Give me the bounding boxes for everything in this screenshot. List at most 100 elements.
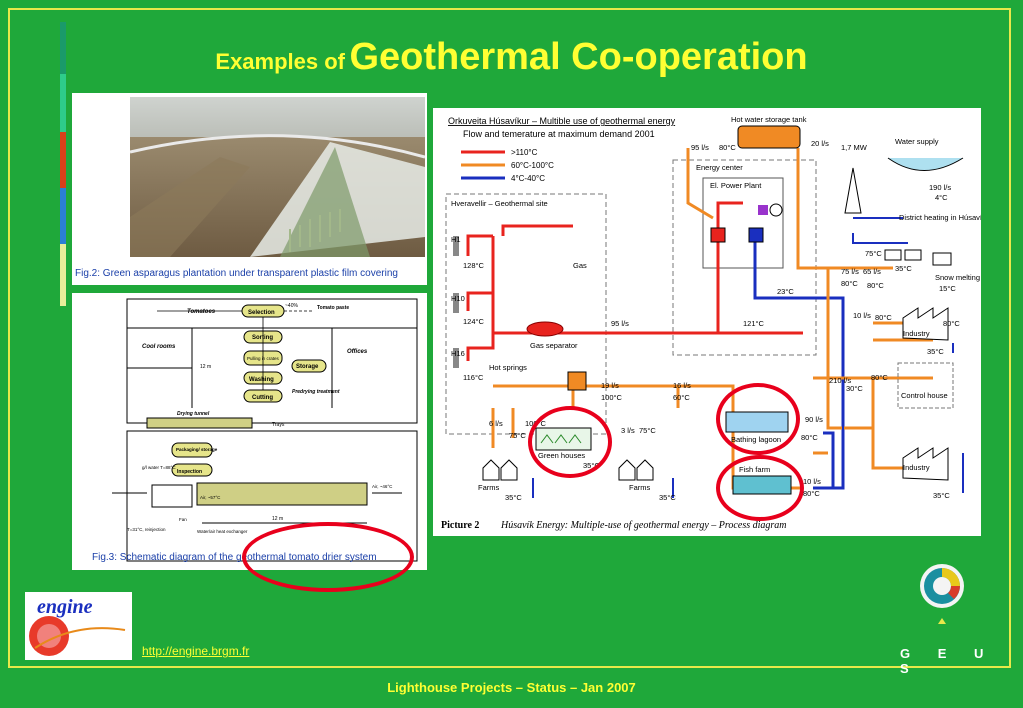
fig3-label: Tomatoes: [187, 309, 216, 315]
fig3-label: Air, ~57°C: [200, 495, 221, 500]
diagram-label: 4°C: [935, 193, 948, 202]
diagram-label: 16 l/s: [673, 381, 691, 390]
picture2-panel: Orkuveita Húsavíkur – Multible use of ge…: [433, 108, 981, 536]
diagram-label: 35°C: [933, 491, 950, 500]
geus-logo-icon: [920, 564, 964, 624]
engine-link[interactable]: http://engine.brgm.fr: [142, 644, 249, 658]
fig3-label: 12 m: [200, 364, 211, 370]
diagram-label: 80°C: [801, 433, 818, 442]
diagram-label: 65 l/s: [863, 267, 881, 276]
diagram-label: Hveravellir – Geothermal site: [451, 199, 548, 208]
diagram-label: 75°C: [509, 431, 526, 440]
diagram-label: Farms: [629, 483, 650, 492]
diagram-label: 121°C: [743, 319, 765, 328]
diagram-label: Hot water storage tank: [731, 115, 807, 124]
fig3-label: 12 m: [272, 516, 283, 522]
fig3-label: Cutting: [252, 395, 273, 401]
fig3-label: Air, ~46°C: [372, 484, 393, 489]
diagram-label: Snow melting: [935, 273, 980, 282]
diagram-subheader: Flow and temerature at maximum demand 20…: [463, 129, 655, 139]
fig3-label: T=31°C, reinjection: [127, 527, 166, 532]
diagram-label: 1,7 MW: [841, 143, 868, 152]
fig3-label: Cool rooms: [142, 344, 176, 350]
engine-logo: engine: [25, 592, 132, 660]
picture2-caption: Húsavík Energy: Multiple-use of geotherm…: [500, 520, 787, 531]
picture2-caption-bold: Picture 2: [441, 520, 479, 531]
diagram-label: 80°C: [943, 319, 960, 328]
legend-label: 60°C-100°C: [511, 161, 554, 170]
title-prefix: Examples of: [215, 49, 345, 74]
fig2-caption: Fig.2: Green asparagus plantation under …: [75, 268, 398, 279]
diagram-label: Control house: [901, 391, 948, 400]
diagram-label: Hot springs: [489, 363, 527, 372]
highlight-tomato-drier: [242, 522, 414, 592]
diagram-label: H1: [451, 235, 461, 244]
diagram-label: Water supply: [895, 137, 939, 146]
diagram-label: 23°C: [777, 287, 794, 296]
legend: >110°C 60°C-100°C 4°C-40°C: [461, 148, 554, 183]
fig3-label: ~40%: [285, 303, 298, 309]
diagram-label: H10: [451, 294, 465, 303]
diagram-label: 35°C: [895, 264, 912, 273]
diagram-label: 3 l/s: [621, 426, 635, 435]
diagram-label: 124°C: [463, 317, 485, 326]
diagram-label: Industry: [903, 329, 930, 338]
diagram-label: El. Power Plant: [710, 181, 762, 190]
fig3-label: Packaging/ storage: [176, 447, 218, 452]
diagram-label: Farms: [478, 483, 499, 492]
asparagus-photo: [130, 97, 425, 257]
diagram-label: 60°C: [673, 393, 690, 402]
diagram-label: 80°C: [871, 373, 888, 382]
diagram-label: 80°C: [875, 313, 892, 322]
diagram-label: 80°C: [841, 279, 858, 288]
diagram-label: 15°C: [939, 284, 956, 293]
fig3-label: Inspection: [177, 469, 202, 475]
diagram-label: 75°C: [639, 426, 656, 435]
fig3-label: Pulling in crates: [247, 356, 280, 361]
diagram-label: District heating in Húsavík town: [899, 213, 981, 222]
diagram-label: Energy center: [696, 163, 743, 172]
diagram-header: Orkuveita Húsavíkur – Multible use of ge…: [448, 116, 676, 126]
diagram-label: 95 l/s: [611, 319, 629, 328]
diagram-label: 6 l/s: [489, 419, 503, 428]
highlight-fish-farm: [716, 455, 804, 521]
fig3-label: Tomato paste: [317, 305, 349, 311]
fig3-label: Fan: [179, 517, 187, 522]
diagram-label: 80°C: [803, 489, 820, 498]
fig3-label: Sorting: [252, 335, 273, 341]
fig3-label: Predrying treatment: [292, 389, 340, 395]
legend-label: 4°C-40°C: [511, 174, 545, 183]
diagram-label: 35°C: [505, 493, 522, 502]
highlight-green-houses: [528, 406, 612, 478]
fig3-label: Water/air heat exchanger: [197, 529, 248, 534]
diagram-label: 10 l/s: [853, 311, 871, 320]
diagram-label: 75°C: [865, 249, 882, 258]
diagram-label: 35°C: [659, 493, 676, 502]
fig3-label: Offices: [347, 349, 368, 355]
diagram-label: 128°C: [463, 261, 485, 270]
fig3-label: Washing: [249, 377, 274, 383]
slide-title: Examples of Geothermal Co-operation: [0, 36, 1023, 79]
diagram-label: 80°C: [719, 143, 736, 152]
diagram-label: 90 l/s: [805, 415, 823, 424]
highlight-bathing-lagoon: [716, 383, 800, 455]
fig3-label: Trays: [272, 422, 285, 428]
geus-logo-text: G E U S: [900, 646, 996, 676]
diagram-label: Gas separator: [530, 341, 578, 350]
diagram-label: 75 l/s: [841, 267, 859, 276]
fig3-label: g/l water T=88°C: [142, 465, 176, 470]
footer: Lighthouse Projects – Status – Jan 2007: [387, 680, 636, 695]
title-main: Geothermal Co-operation: [349, 36, 808, 78]
fig2-panel: Fig.2: Green asparagus plantation under …: [72, 93, 427, 285]
fig3-label: Selection: [248, 310, 275, 316]
diagram-label: 116°C: [463, 373, 484, 382]
diagram-label: 19 l/s: [601, 381, 619, 390]
diagram-label: 100°C: [601, 393, 623, 402]
engine-logo-text: engine: [37, 596, 93, 618]
diagram-label: 190 l/s: [929, 183, 951, 192]
fig3-label: Storage: [296, 364, 319, 370]
diagram-label: 35°C: [927, 347, 944, 356]
process-diagram: Orkuveita Húsavíkur – Multible use of ge…: [441, 115, 981, 531]
legend-label: >110°C: [511, 148, 538, 157]
diagram-label: Gas: [573, 261, 587, 270]
